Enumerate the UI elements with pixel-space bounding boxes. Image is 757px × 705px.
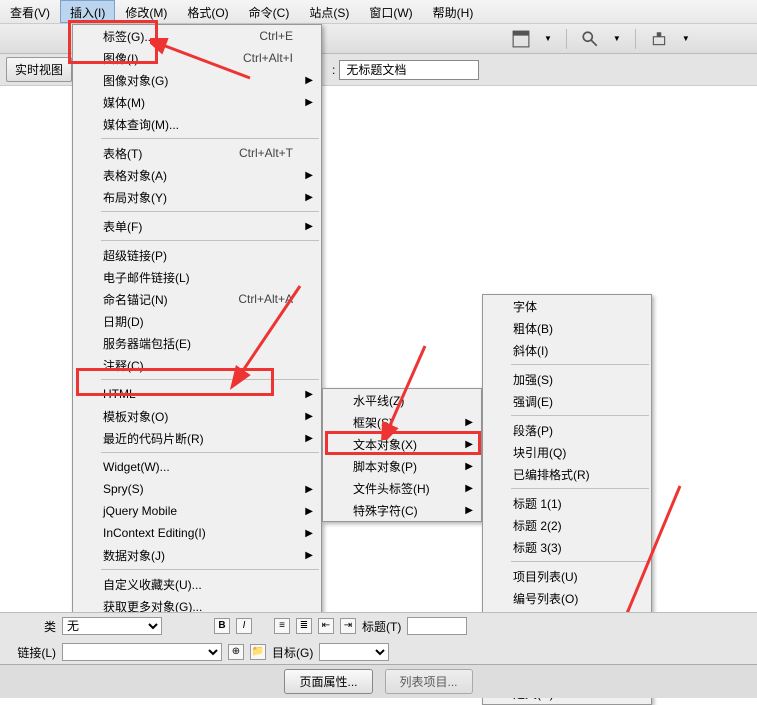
mi-hr[interactable]: 水平线(Z) (323, 389, 481, 411)
statusbar: 页面属性... 列表项目... (0, 664, 757, 698)
dropdown-caret-icon[interactable]: ▼ (544, 34, 552, 43)
menu-view[interactable]: 查看(V) (0, 0, 60, 23)
dropdown-caret-icon[interactable]: ▼ (613, 34, 621, 43)
menu-commands[interactable]: 命令(C) (239, 0, 300, 23)
mi-html[interactable]: HTML▶ (73, 383, 321, 405)
list-item-button[interactable]: 列表项目... (385, 669, 473, 694)
menu-site[interactable]: 站点(S) (299, 0, 359, 23)
title-field-label: 标题(T) (362, 618, 401, 635)
mi-italic[interactable]: 斜体(I) (483, 339, 651, 361)
browse-icon[interactable]: 📁 (250, 644, 266, 660)
mi-media-query[interactable]: 媒体查询(M)... (73, 113, 321, 135)
mi-special[interactable]: 特殊字符(C)▶ (323, 499, 481, 521)
mi-widget[interactable]: Widget(W)... (73, 456, 321, 478)
mi-image-obj[interactable]: 图像对象(G)▶ (73, 69, 321, 91)
menu-insert[interactable]: 插入(I) (60, 0, 115, 23)
mi-favorites[interactable]: 自定义收藏夹(U)... (73, 573, 321, 595)
mi-em[interactable]: 强调(E) (483, 390, 651, 412)
layout-icon[interactable] (512, 30, 530, 48)
mi-pre[interactable]: 已编排格式(R) (483, 463, 651, 485)
page-properties-button[interactable]: 页面属性... (284, 669, 372, 694)
mi-strong[interactable]: 加强(S) (483, 368, 651, 390)
mi-h2[interactable]: 标题 2(2) (483, 514, 651, 536)
insert-dropdown: 标签(G)...Ctrl+E 图像(I)Ctrl+Alt+I 图像对象(G)▶ … (72, 24, 322, 618)
extension-icon[interactable] (650, 30, 668, 48)
mi-table-obj[interactable]: 表格对象(A)▶ (73, 164, 321, 186)
mi-snippets[interactable]: 最近的代码片断(R)▶ (73, 427, 321, 449)
title-label: : (332, 63, 335, 77)
mi-head[interactable]: 文件头标签(H)▶ (323, 477, 481, 499)
mi-ul[interactable]: 项目列表(U) (483, 565, 651, 587)
mi-tag[interactable]: 标签(G)...Ctrl+E (73, 25, 321, 47)
menu-modify[interactable]: 修改(M) (115, 0, 177, 23)
mi-blockquote[interactable]: 块引用(Q) (483, 441, 651, 463)
mi-jqm[interactable]: jQuery Mobile▶ (73, 500, 321, 522)
target-label: 目标(G) (272, 644, 313, 661)
mi-font[interactable]: 字体 (483, 295, 651, 317)
menu-format[interactable]: 格式(O) (177, 0, 238, 23)
menu-help[interactable]: 帮助(H) (423, 0, 484, 23)
mi-media[interactable]: 媒体(M)▶ (73, 91, 321, 113)
mi-bold[interactable]: 粗体(B) (483, 317, 651, 339)
ol-icon[interactable]: ≣ (296, 618, 312, 634)
title-input[interactable] (407, 617, 467, 635)
mi-layout-obj[interactable]: 布局对象(Y)▶ (73, 186, 321, 208)
mi-hyperlink[interactable]: 超级链接(P) (73, 244, 321, 266)
mi-anchor[interactable]: 命名锚记(N)Ctrl+Alt+A (73, 288, 321, 310)
mi-comment[interactable]: 注释(C) (73, 354, 321, 376)
outdent-icon[interactable]: ⇤ (318, 618, 334, 634)
mi-ice[interactable]: InContext Editing(I)▶ (73, 522, 321, 544)
mi-h3[interactable]: 标题 3(3) (483, 536, 651, 558)
point-to-file-icon[interactable]: ⊕ (228, 644, 244, 660)
mi-data[interactable]: 数据对象(J)▶ (73, 544, 321, 566)
mi-form[interactable]: 表单(F)▶ (73, 215, 321, 237)
class-label: 类 (6, 618, 56, 635)
mi-h1[interactable]: 标题 1(1) (483, 492, 651, 514)
document-title-input[interactable] (339, 60, 479, 80)
mi-image[interactable]: 图像(I)Ctrl+Alt+I (73, 47, 321, 69)
mi-ssi[interactable]: 服务器端包括(E) (73, 332, 321, 354)
italic-icon[interactable]: I (236, 618, 252, 634)
ul-icon[interactable]: ≡ (274, 618, 290, 634)
mi-spry[interactable]: Spry(S)▶ (73, 478, 321, 500)
menubar: 查看(V) 插入(I) 修改(M) 格式(O) 命令(C) 站点(S) 窗口(W… (0, 0, 757, 24)
mi-scriptobj[interactable]: 脚本对象(P)▶ (323, 455, 481, 477)
search-icon[interactable] (581, 30, 599, 48)
class-select[interactable]: 无 (62, 617, 162, 635)
mi-date[interactable]: 日期(D) (73, 310, 321, 332)
link-select[interactable] (62, 643, 222, 661)
property-inspector: 类 无 B I ≡ ≣ ⇤ ⇥ 标题(T) 链接(L) ⊕ 📁 目标(G) (0, 612, 757, 664)
mi-textobj[interactable]: 文本对象(X)▶ (323, 433, 481, 455)
mi-frames[interactable]: 框架(S)▶ (323, 411, 481, 433)
indent-icon[interactable]: ⇥ (340, 618, 356, 634)
html-submenu: 水平线(Z) 框架(S)▶ 文本对象(X)▶ 脚本对象(P)▶ 文件头标签(H)… (322, 388, 482, 522)
mi-table[interactable]: 表格(T)Ctrl+Alt+T (73, 142, 321, 164)
mi-template[interactable]: 模板对象(O)▶ (73, 405, 321, 427)
link-label: 链接(L) (6, 644, 56, 661)
mi-p[interactable]: 段落(P) (483, 419, 651, 441)
dropdown-caret-icon[interactable]: ▼ (682, 34, 690, 43)
menu-window[interactable]: 窗口(W) (359, 0, 422, 23)
live-view-button[interactable]: 实时视图 (6, 57, 72, 82)
mi-email[interactable]: 电子邮件链接(L) (73, 266, 321, 288)
bold-icon[interactable]: B (214, 618, 230, 634)
target-select[interactable] (319, 643, 389, 661)
mi-ol[interactable]: 编号列表(O) (483, 587, 651, 609)
